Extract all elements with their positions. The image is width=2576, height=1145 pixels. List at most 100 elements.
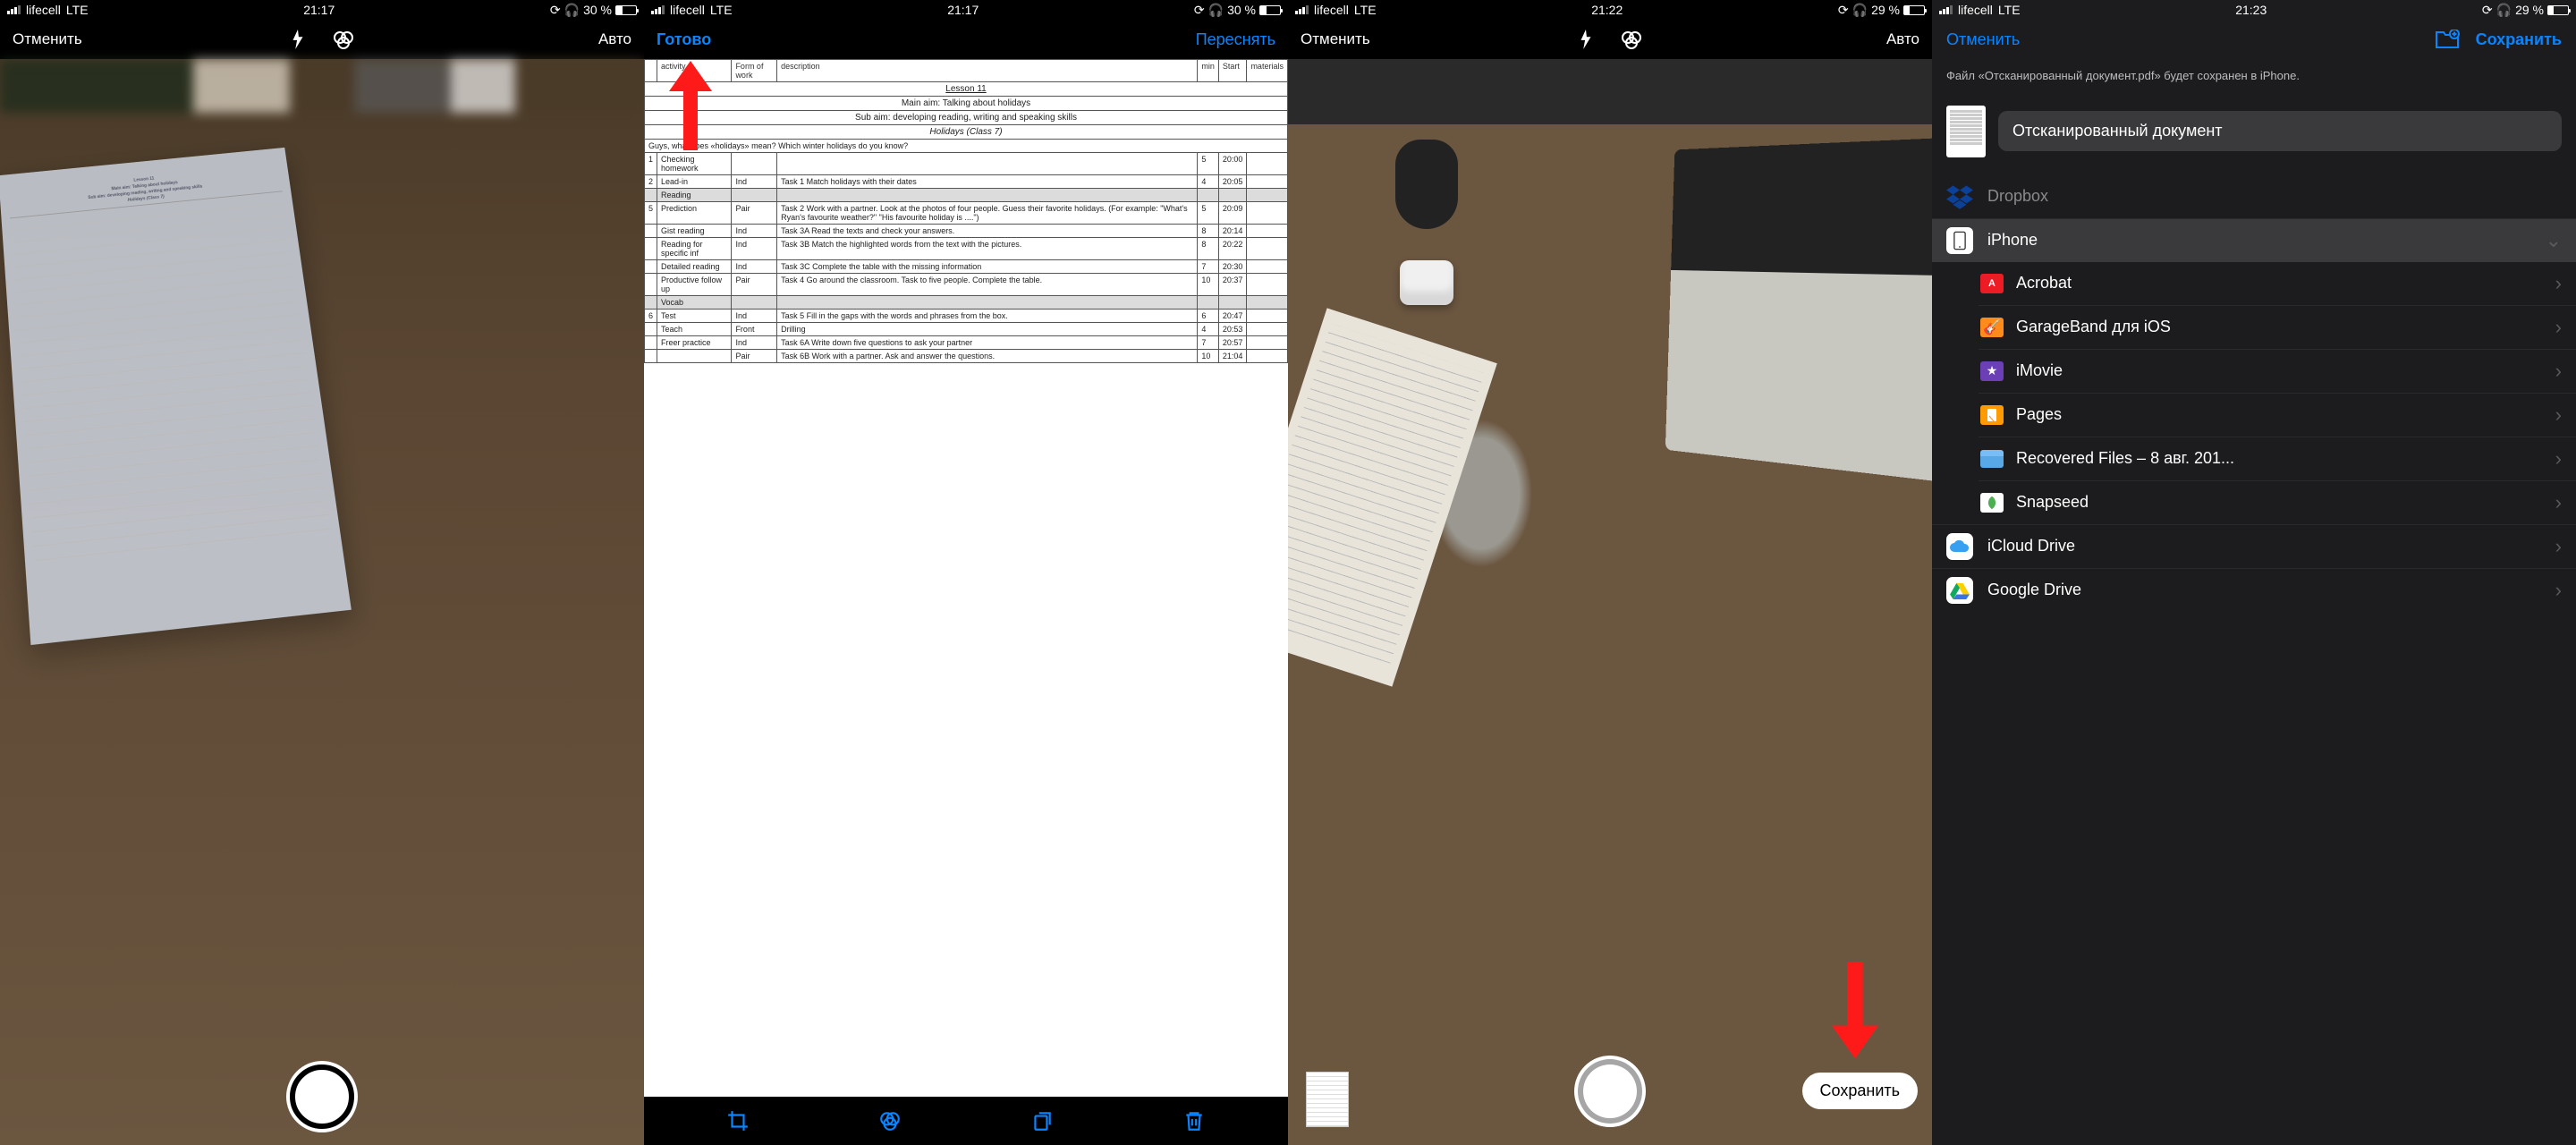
cancel-button[interactable]: Отменить — [1946, 30, 2020, 49]
new-folder-icon[interactable] — [2435, 30, 2460, 49]
battery-percent: 29 % — [2515, 3, 2544, 17]
battery-icon — [615, 5, 637, 15]
clock: 21:17 — [303, 3, 335, 17]
battery-percent: 30 % — [1227, 3, 1256, 17]
location-iphone[interactable]: iPhone ⌄ — [1932, 219, 2576, 262]
shutter-button[interactable] — [1578, 1059, 1642, 1124]
rotation-lock-icon: ⟳ — [1838, 3, 1849, 18]
folder-recovered[interactable]: Recovered Files – 8 авг. 201... › — [1932, 437, 2576, 480]
snapseed-icon — [1980, 493, 2004, 513]
chevron-down-icon: ⌄ — [2546, 229, 2562, 252]
acrobat-label: Acrobat — [2016, 274, 2555, 293]
cancel-button[interactable]: Отменить — [13, 30, 82, 48]
save-button[interactable]: Сохранить — [1802, 1073, 1918, 1109]
folder-snapseed[interactable]: Snapseed › — [1932, 481, 2576, 524]
headphones-icon: 🎧 — [1208, 3, 1224, 18]
screen-3-scan-next: lifecell LTE 21:22 ⟳ 🎧 29 % Отменить Авт… — [1288, 0, 1932, 1145]
filter-icon[interactable] — [878, 1109, 902, 1132]
trash-icon[interactable] — [1182, 1109, 1206, 1132]
file-name-input[interactable]: Отсканированный документ — [1998, 111, 2562, 151]
auto-button[interactable]: Авто — [598, 30, 631, 48]
rotation-lock-icon: ⟳ — [1194, 3, 1205, 18]
carrier-label: lifecell — [670, 3, 705, 17]
detected-document: Lesson 11 Main aim: Talking about holida… — [0, 148, 352, 645]
chevron-right-icon: › — [2555, 447, 2562, 471]
location-icloud[interactable]: iCloud Drive › — [1932, 525, 2576, 568]
camera-viewfinder: Lesson 11 Main aim: Talking about holida… — [0, 59, 644, 1145]
folder-icon — [1980, 449, 2004, 469]
screen-1-scan-camera: lifecell LTE 21:17 ⟳ 🎧 30 % Отменить Авт… — [0, 0, 644, 1145]
battery-percent: 30 % — [583, 3, 612, 17]
pages-label: Pages — [2016, 405, 2555, 424]
filter-icon[interactable] — [1621, 29, 1642, 50]
folder-imovie[interactable]: ★ iMovie › — [1932, 350, 2576, 393]
crop-icon[interactable] — [726, 1109, 750, 1132]
rotation-lock-icon: ⟳ — [2482, 3, 2493, 18]
auto-button[interactable]: Авто — [1886, 30, 1919, 48]
status-bar: lifecell LTE 21:23 ⟳ 🎧 29 % — [1932, 0, 2576, 20]
dropbox-label: Dropbox — [1987, 187, 2562, 206]
carrier-label: lifecell — [1314, 3, 1349, 17]
folder-acrobat[interactable]: A Acrobat › — [1932, 262, 2576, 305]
folder-garageband[interactable]: 🎸 GarageBand для iOS › — [1932, 306, 2576, 349]
status-bar: lifecell LTE 21:17 ⟳ 🎧 30 % — [0, 0, 644, 20]
save-confirm-button[interactable]: Сохранить — [2476, 30, 2562, 49]
retake-button[interactable]: Переснять — [1196, 30, 1275, 49]
gdrive-label: Google Drive — [1987, 581, 2555, 599]
acrobat-icon: A — [1980, 274, 2004, 293]
clock: 21:22 — [1591, 3, 1623, 17]
cancel-button[interactable]: Отменить — [1301, 30, 1370, 48]
scan-nav-bar: Отменить Авто — [1288, 20, 1932, 59]
battery-icon — [1259, 5, 1281, 15]
document-table: activity Form of work description min St… — [644, 59, 1288, 363]
review-nav-bar: Готово Переснять — [644, 20, 1288, 59]
tutorial-arrow-done — [669, 61, 712, 150]
file-header: Отсканированный документ — [1932, 97, 2576, 174]
folder-pages[interactable]: Pages › — [1932, 394, 2576, 437]
iphone-label: iPhone — [1987, 231, 2546, 250]
chevron-right-icon: › — [2555, 316, 2562, 339]
clock: 21:17 — [947, 3, 979, 17]
network-label: LTE — [710, 3, 733, 17]
snapseed-label: Snapseed — [2016, 493, 2555, 512]
edit-toolbar — [644, 1097, 1288, 1145]
tutorial-arrow-save — [1832, 962, 1878, 1051]
imovie-label: iMovie — [2016, 361, 2555, 380]
garageband-icon: 🎸 — [1980, 318, 2004, 337]
flash-icon[interactable] — [1578, 30, 1594, 49]
paper-object — [1288, 308, 1497, 686]
chevron-right-icon: › — [2555, 272, 2562, 295]
save-info-text: Файл «Отсканированный документ.pdf» буде… — [1932, 59, 2576, 97]
screen-2-scan-review: lifecell LTE 21:17 ⟳ 🎧 30 % Готово Перес… — [644, 0, 1288, 1145]
status-bar: lifecell LTE 21:17 ⟳ 🎧 30 % — [644, 0, 1288, 20]
signal-icon — [1295, 5, 1309, 14]
scan-thumbnail[interactable] — [1306, 1072, 1349, 1127]
network-label: LTE — [66, 3, 89, 17]
network-label: LTE — [1998, 3, 2021, 17]
carrier-label: lifecell — [1958, 3, 1993, 17]
recovered-label: Recovered Files – 8 авг. 201... — [2016, 449, 2555, 468]
carrier-label: lifecell — [26, 3, 61, 17]
rotate-icon[interactable] — [1030, 1109, 1054, 1132]
filter-icon[interactable] — [333, 29, 354, 50]
gdrive-icon — [1946, 577, 1973, 604]
clock: 21:23 — [2235, 3, 2267, 17]
chevron-right-icon: › — [2555, 535, 2562, 558]
pages-icon — [1980, 405, 2004, 425]
shutter-button[interactable] — [290, 1064, 354, 1129]
airpods-object — [1400, 260, 1453, 305]
imovie-icon: ★ — [1980, 361, 2004, 381]
iphone-icon — [1946, 227, 1973, 254]
done-button[interactable]: Готово — [657, 30, 711, 49]
chevron-right-icon: › — [2555, 403, 2562, 427]
flash-icon[interactable] — [290, 30, 306, 49]
scanned-document-preview[interactable]: activity Form of work description min St… — [644, 59, 1288, 1097]
laptop-object — [1665, 137, 1932, 484]
headphones-icon: 🎧 — [2496, 3, 2512, 18]
status-bar: lifecell LTE 21:22 ⟳ 🎧 29 % — [1288, 0, 1932, 20]
location-gdrive[interactable]: Google Drive › — [1932, 569, 2576, 612]
location-dropbox[interactable]: Dropbox — [1932, 175, 2576, 218]
signal-icon — [651, 5, 665, 14]
screen-4-save-location: lifecell LTE 21:23 ⟳ 🎧 29 % Отменить Сох… — [1932, 0, 2576, 1145]
dropbox-icon — [1946, 183, 1973, 210]
